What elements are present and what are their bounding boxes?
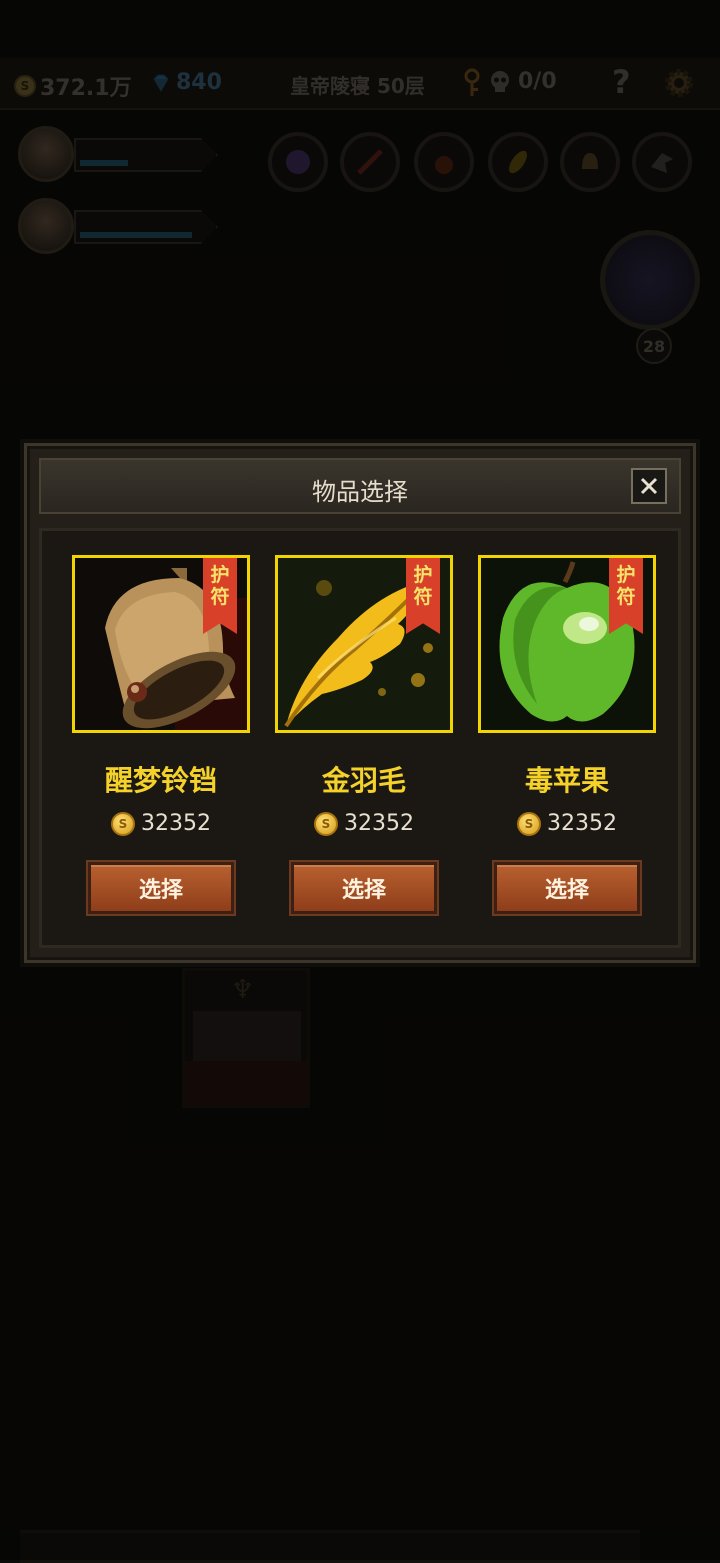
fairy-portrait-icon bbox=[600, 230, 700, 330]
price-amount: 32352 bbox=[344, 811, 414, 836]
key-icon bbox=[464, 68, 480, 96]
top-status-bar: S 372.1万 840 皇帝陵寝 50层 0/0 ? bbox=[0, 58, 720, 110]
potion-icon bbox=[435, 156, 453, 174]
fairy-companion[interactable]: 28 bbox=[600, 230, 710, 364]
diamond-icon bbox=[153, 74, 169, 92]
red-arrow-icon bbox=[357, 149, 383, 175]
help-icon[interactable]: ? bbox=[612, 63, 631, 101]
item-name: 醒梦铃铛 bbox=[104, 764, 217, 797]
bell-icon bbox=[582, 153, 598, 169]
item-price: S 32352 bbox=[275, 811, 453, 836]
purple-dragon-icon bbox=[286, 150, 310, 174]
item-frame[interactable]: 护符 bbox=[478, 555, 656, 733]
relic-slot[interactable] bbox=[632, 132, 692, 204]
gem-amount: 840 bbox=[176, 70, 222, 95]
amulet-tag: 护符 bbox=[609, 558, 643, 634]
fairy-level-badge: 28 bbox=[636, 328, 672, 364]
item-name: 毒苹果 bbox=[524, 764, 609, 797]
kill-counter: 0/0 bbox=[518, 69, 557, 94]
item-selection-dialog: 物品选择 护 符 醒梦铃铛 S 32352 选择 护 符 金羽毛 S 32352… bbox=[24, 443, 696, 963]
relic-slot[interactable] bbox=[340, 132, 400, 204]
amulet-tag: 护符 bbox=[406, 558, 440, 634]
eagle-icon bbox=[651, 153, 673, 173]
item-frame[interactable]: 护符 bbox=[72, 555, 250, 733]
gold-coin-icon: S bbox=[14, 75, 36, 97]
item-name: 金羽毛 bbox=[321, 764, 406, 797]
item-card: 护符 毒苹果 S 32352 选择 bbox=[478, 555, 660, 914]
select-button[interactable]: 选择 bbox=[88, 862, 234, 914]
hero-health-fill bbox=[80, 232, 192, 238]
amulet-tag: 护符 bbox=[203, 558, 237, 634]
relic-slot[interactable] bbox=[414, 132, 474, 204]
gear-icon[interactable] bbox=[662, 66, 696, 100]
background-altar: ♆ bbox=[182, 968, 310, 1108]
hero-portrait-icon bbox=[18, 126, 74, 182]
hero-health-bar bbox=[74, 138, 218, 172]
hero-portrait-icon bbox=[18, 198, 74, 254]
item-card: 护符 醒梦铃铛 S 32352 选择 bbox=[72, 555, 254, 914]
price-amount: 32352 bbox=[547, 811, 617, 836]
item-price: S 32352 bbox=[72, 811, 250, 836]
skull-icon bbox=[491, 71, 509, 92]
gold-coin-icon: S bbox=[517, 811, 541, 836]
relic-slot[interactable] bbox=[560, 132, 620, 204]
price-amount: 32352 bbox=[141, 811, 211, 836]
dialog-body: 护符 醒梦铃铛 S 32352 选择 护 符 金羽毛 S 32352 选择 护 … bbox=[39, 528, 681, 948]
hero-slot-2[interactable] bbox=[18, 198, 228, 260]
select-button[interactable]: 选择 bbox=[291, 862, 437, 914]
relic-slot[interactable] bbox=[268, 132, 328, 204]
relic-slot[interactable] bbox=[488, 132, 548, 204]
dialog-title: 物品选择 bbox=[312, 478, 408, 506]
hero-health-fill bbox=[80, 160, 128, 166]
golden-feather-icon bbox=[509, 150, 527, 174]
hero-health-bar bbox=[74, 210, 218, 244]
hero-slot-1[interactable] bbox=[18, 126, 228, 188]
close-button[interactable] bbox=[631, 468, 667, 504]
bottom-panel-edge bbox=[20, 1530, 640, 1563]
dialog-header: 物品选择 bbox=[39, 458, 681, 514]
gold-counter: S 372.1万 bbox=[14, 70, 132, 102]
candle-icon: ♆ bbox=[231, 975, 255, 1005]
item-card: 护符 金羽毛 S 32352 选择 bbox=[275, 555, 457, 914]
select-button[interactable]: 选择 bbox=[494, 862, 640, 914]
item-frame[interactable]: 护符 bbox=[275, 555, 453, 733]
floor-label: 皇帝陵寝 50层 bbox=[290, 74, 425, 98]
gold-amount: 372.1万 bbox=[40, 76, 132, 101]
gem-counter: 840 bbox=[150, 70, 222, 95]
gold-coin-icon: S bbox=[314, 811, 338, 836]
close-icon bbox=[640, 477, 658, 495]
gold-coin-icon: S bbox=[111, 811, 135, 836]
item-price: S 32352 bbox=[478, 811, 656, 836]
